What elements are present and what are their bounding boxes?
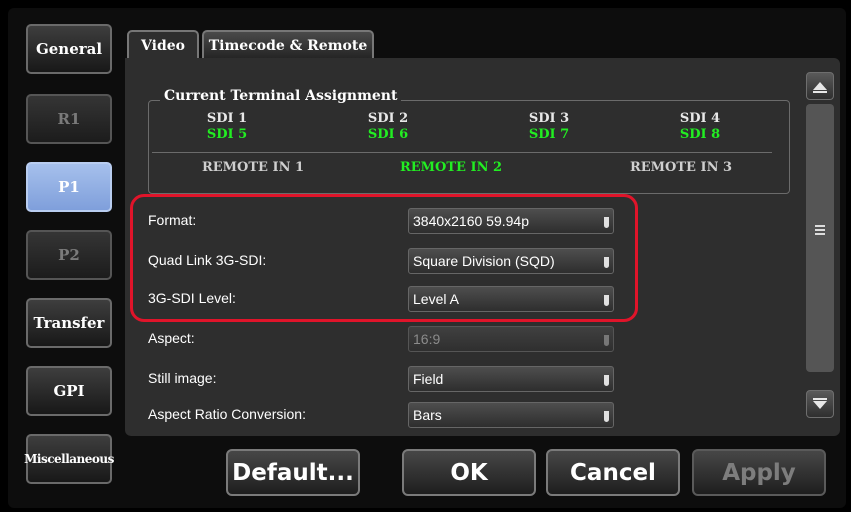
aspect-dropdown: 16:9: [408, 326, 614, 352]
sidebar-item-label: General: [35, 40, 103, 58]
scrollbar[interactable]: [806, 72, 834, 422]
tab-label: Video: [141, 38, 185, 54]
terminal-assignment-title: Current Terminal Assignment: [160, 88, 402, 104]
still-image-label: Still image:: [148, 370, 217, 386]
sidebar-item-p2[interactable]: P2: [26, 230, 112, 280]
tab-video[interactable]: Video: [127, 30, 199, 60]
aspect-ratio-conversion-label: Aspect Ratio Conversion:: [148, 406, 306, 422]
sdi-label: SDI 6: [367, 127, 409, 142]
sdi-pair-3: SDI 3 SDI 7: [504, 111, 594, 143]
aspect-label: Aspect:: [148, 330, 195, 346]
dropdown-value: 16:9: [413, 331, 441, 347]
sidebar-item-gpi[interactable]: GPI: [26, 366, 112, 416]
sdi-label: SDI 8: [679, 127, 721, 142]
ok-button[interactable]: OK: [402, 449, 536, 496]
aspect-ratio-conversion-dropdown[interactable]: Bars: [408, 402, 614, 428]
menu-icon: [815, 225, 825, 235]
remote-in-1: REMOTE IN 1: [201, 160, 305, 175]
triangle-up-icon: [813, 82, 827, 93]
dropdown-value: Bars: [413, 407, 442, 423]
button-label: Default...: [232, 459, 354, 486]
sidebar-item-r1[interactable]: R1: [26, 94, 112, 144]
sidebar-item-label: Transfer: [33, 314, 105, 332]
sdi-label: SDI 4: [679, 111, 721, 126]
divider: [152, 152, 772, 153]
sidebar-item-label: P1: [58, 178, 80, 196]
button-label: OK: [450, 459, 488, 486]
remote-in-3: REMOTE IN 3: [629, 160, 733, 175]
apply-button[interactable]: Apply: [692, 449, 826, 496]
sidebar-item-label: Miscellaneous: [24, 452, 114, 466]
sdi-label: SDI 2: [367, 111, 409, 126]
dropdown-arrow-icon: [604, 335, 609, 346]
sidebar-item-label: R1: [57, 110, 81, 128]
sdi-label: SDI 5: [206, 127, 248, 142]
sidebar-item-label: P2: [58, 246, 80, 264]
dropdown-value: Field: [413, 371, 444, 387]
cancel-button[interactable]: Cancel: [546, 449, 680, 496]
sdi-pair-1: SDI 1 SDI 5: [182, 111, 272, 143]
button-label: Cancel: [570, 459, 656, 486]
scroll-down-button[interactable]: [806, 390, 834, 418]
sidebar-item-p1[interactable]: P1: [26, 162, 112, 212]
button-label: Apply: [722, 459, 796, 486]
sdi-pair-4: SDI 4 SDI 8: [655, 111, 745, 143]
remote-in-2: REMOTE IN 2: [399, 160, 503, 175]
scroll-thumb[interactable]: [806, 104, 834, 372]
highlight-box: [130, 194, 638, 322]
dropdown-arrow-icon: [604, 411, 609, 422]
sdi-pair-2: SDI 2 SDI 6: [343, 111, 433, 143]
sidebar-item-general[interactable]: General: [26, 24, 112, 74]
sdi-label: SDI 1: [206, 111, 248, 126]
tab-timecode-remote[interactable]: Timecode & Remote: [202, 30, 374, 60]
sidebar-item-transfer[interactable]: Transfer: [26, 298, 112, 348]
still-image-dropdown[interactable]: Field: [408, 366, 614, 392]
tab-label: Timecode & Remote: [208, 38, 368, 54]
triangle-down-icon: [813, 398, 827, 409]
default-button[interactable]: Default...: [226, 449, 360, 496]
dropdown-arrow-icon: [604, 375, 609, 386]
terminal-assignment-box: SDI 1 SDI 5 SDI 2 SDI 6 SDI 3 SDI 7 SDI …: [148, 100, 790, 194]
sdi-label: SDI 3: [528, 111, 570, 126]
sdi-label: SDI 7: [528, 127, 570, 142]
scroll-up-button[interactable]: [806, 72, 834, 100]
sidebar-item-miscellaneous[interactable]: Miscellaneous: [24, 434, 114, 484]
sidebar-item-label: GPI: [53, 382, 85, 400]
